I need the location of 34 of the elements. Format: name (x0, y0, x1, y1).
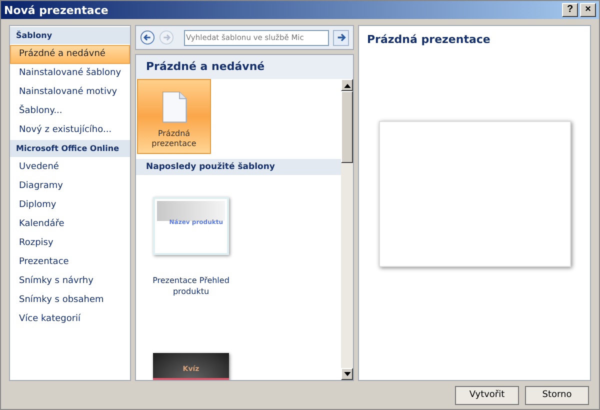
scroll-thumb[interactable] (341, 91, 353, 163)
sidebar-item[interactable]: Uvedené (10, 158, 130, 177)
document-icon (162, 91, 186, 123)
sidebar-item[interactable]: Nainstalované šablony (10, 64, 130, 83)
preview-title: Prázdná prezentace (366, 32, 492, 48)
sidebar-item[interactable]: Nový z existujícího... (10, 121, 130, 140)
template-label: Prezentace Přehled produktu (152, 275, 230, 297)
search-go-button[interactable] (333, 30, 349, 46)
sidebar-item[interactable]: Prázdné a nedávné (10, 45, 130, 64)
sidebar-item[interactable]: Prezentace (10, 253, 130, 272)
sidebar-item[interactable]: Kalendáře (10, 215, 130, 234)
close-button[interactable]: × (580, 3, 596, 17)
back-icon[interactable] (140, 30, 155, 45)
arrow-icon (336, 32, 346, 43)
sidebar-item[interactable]: Diplomy (10, 196, 130, 215)
sidebar-item[interactable]: Snímky s obsahem (10, 291, 130, 310)
dialog-button[interactable]: Storno (525, 386, 589, 404)
scroll-down-icon[interactable] (344, 372, 350, 376)
help-button[interactable]: ? (562, 3, 578, 17)
sidebar-header: Microsoft Office Online (10, 140, 130, 157)
sidebar-item[interactable]: Rozpisy (10, 234, 130, 253)
sidebar-header: Šablony (10, 27, 130, 44)
sidebar-item[interactable]: Diagramy (10, 177, 130, 196)
section-header: Naposledy použité šablony (136, 159, 341, 175)
template-tile[interactable]: Prázdná prezentace (137, 79, 211, 154)
window-title: Nová prezentace (4, 4, 108, 16)
sidebar-item[interactable]: Nainstalované motivy (10, 83, 130, 102)
scrollbar[interactable] (341, 79, 353, 380)
dialog-button[interactable]: Vytvořit (455, 386, 519, 404)
sidebar-item[interactable]: Snímky s návrhy (10, 272, 130, 291)
sidebar-item[interactable]: Více kategorií (10, 310, 130, 329)
scroll-up-icon[interactable] (344, 82, 350, 88)
sidebar-item[interactable]: Šablony... (10, 102, 130, 121)
gallery-title: Prázdné a nedávné (136, 55, 353, 79)
